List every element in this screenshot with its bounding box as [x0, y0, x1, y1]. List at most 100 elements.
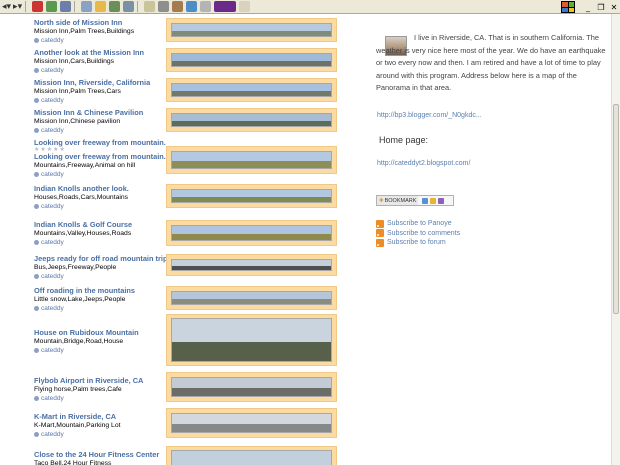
panorama-author-link[interactable]: cateddy — [34, 238, 164, 247]
panorama-author-link[interactable]: cateddy — [34, 96, 164, 105]
panorama-thumbnail[interactable] — [171, 189, 332, 203]
research-icon[interactable] — [200, 1, 212, 12]
panorama-author-link[interactable]: cateddy — [34, 126, 164, 135]
print-icon[interactable] — [158, 1, 170, 12]
restore-icon[interactable]: ❐ — [595, 2, 607, 13]
panorama-thumbnail-frame[interactable] — [166, 108, 337, 132]
panorama-author-link[interactable]: cateddy — [34, 170, 164, 179]
panorama-thumbnail[interactable] — [171, 413, 332, 433]
history-icon[interactable] — [123, 1, 135, 12]
panorama-title-link[interactable]: Flybob Airport in Riverside, CA — [34, 376, 164, 385]
back-button[interactable]: ◂▾ — [2, 1, 11, 13]
panorama-author-link[interactable]: cateddy — [34, 394, 164, 403]
panorama-title-link[interactable]: Looking over freeway from mountain. — [34, 152, 166, 161]
mail-icon[interactable] — [144, 1, 156, 12]
author-name: cateddy — [41, 171, 64, 178]
panorama-title-link[interactable]: Indian Knolls & Golf Course — [34, 220, 164, 229]
about-link[interactable]: http://bp3.blogger.com/_N0gkdc... — [377, 112, 482, 119]
stop-icon[interactable] — [32, 1, 44, 12]
panorama-author-link[interactable]: cateddy — [34, 304, 164, 313]
edit-icon[interactable] — [172, 1, 184, 12]
panorama-title-link[interactable]: Close to the 24 Hour Fitness Center — [34, 450, 164, 459]
user-icon — [34, 172, 39, 177]
search-icon[interactable] — [81, 1, 93, 12]
refresh-icon[interactable] — [46, 1, 58, 12]
media-icon[interactable] — [109, 1, 121, 12]
panorama-info: Looking over freeway from mountain. Mount… — [34, 152, 166, 179]
panorama-thumbnail-frame[interactable] — [166, 48, 337, 72]
panorama-title-link[interactable]: Looking over freeway from mountain. — [34, 138, 166, 147]
subscribe-forum-link[interactable]: Subscribe to forum — [376, 238, 460, 248]
yahoo-icon[interactable] — [214, 1, 237, 12]
panorama-thumbnail[interactable] — [171, 83, 332, 97]
panorama-info: Indian Knolls another look. Houses,Roads,… — [34, 184, 164, 211]
subscribe-comments-link[interactable]: Subscribe to comments — [376, 229, 460, 239]
panorama-thumbnail[interactable] — [171, 225, 332, 241]
bookmark-label-box: ✚ BOOKMARK — [377, 196, 419, 205]
font-icon[interactable] — [239, 1, 251, 12]
user-icon — [34, 68, 39, 73]
panorama-thumbnail-frame[interactable] — [166, 446, 337, 465]
panorama-title-link[interactable]: K-Mart in Riverside, CA — [34, 412, 164, 421]
author-name: cateddy — [41, 305, 64, 312]
panorama-tags: K-Mart,Mountain,Parking Lot — [34, 422, 121, 429]
minimize-icon[interactable]: _ — [582, 2, 594, 13]
panorama-thumbnail[interactable] — [171, 377, 332, 397]
panorama-title-link[interactable]: Another look at the Mission Inn — [34, 48, 164, 57]
windows-logo-icon — [561, 1, 575, 13]
panorama-info: Mission Inn & Chinese Pavilion Mission In… — [34, 108, 164, 135]
panorama-title-link[interactable]: House on Rubidoux Mountain — [34, 328, 164, 337]
panorama-thumbnail[interactable] — [171, 23, 332, 37]
panorama-tags: Mission Inn,Chinese pavilion — [34, 118, 121, 125]
author-name: cateddy — [41, 67, 64, 74]
panorama-author-link[interactable]: cateddy — [34, 36, 164, 45]
panorama-thumbnail[interactable] — [171, 113, 332, 127]
rss-icon — [376, 219, 384, 228]
messenger-icon[interactable] — [186, 1, 198, 12]
panorama-author-link[interactable]: cateddy — [34, 66, 164, 75]
panorama-title-link[interactable]: Mission Inn, Riverside, California — [34, 78, 164, 87]
panorama-author-link[interactable]: cateddy — [34, 430, 164, 439]
home-page-link[interactable]: http://cateddyt2.blogspot.com/ — [377, 160, 470, 167]
close-icon[interactable]: ✕ — [608, 2, 620, 13]
subscribe-panoye-link[interactable]: Subscribe to Panoye — [376, 219, 460, 229]
panorama-thumbnail[interactable] — [171, 259, 332, 271]
panorama-author-link[interactable]: cateddy — [34, 346, 164, 355]
panorama-thumbnail-frame[interactable] — [166, 146, 337, 174]
user-icon — [34, 348, 39, 353]
panorama-tags: Mountains,Valley,Houses,Roads — [34, 230, 132, 237]
forward-button[interactable]: ▸▾ — [13, 1, 22, 13]
panorama-title-link[interactable]: Jeeps ready for off road mountain trip. — [34, 254, 170, 263]
panorama-thumbnail-frame[interactable] — [166, 18, 337, 42]
vertical-scrollbar[interactable] — [611, 14, 620, 465]
panorama-title-link[interactable]: Indian Knolls another look. — [34, 184, 164, 193]
panorama-thumbnail-frame[interactable] — [166, 372, 337, 402]
author-name: cateddy — [41, 395, 64, 402]
panorama-thumbnail[interactable] — [171, 318, 332, 362]
panorama-author-link[interactable]: cateddy — [34, 202, 164, 211]
panorama-thumbnail-frame[interactable] — [166, 220, 337, 246]
panorama-thumbnail-frame[interactable] — [166, 286, 337, 310]
panorama-info: K-Mart in Riverside, CA K-Mart,Mountain,P… — [34, 412, 164, 439]
panorama-title-link[interactable]: Off roading in the mountains — [34, 286, 164, 295]
panorama-thumbnail[interactable] — [171, 151, 332, 169]
bookmark-button[interactable]: ✚ BOOKMARK — [376, 195, 454, 206]
toolbar-separator — [74, 1, 76, 12]
panorama-thumbnail-frame[interactable] — [166, 314, 337, 366]
panorama-thumbnail-frame[interactable] — [166, 254, 337, 276]
panorama-tags: Mountains,Freeway,Animal on hill — [34, 162, 136, 169]
panorama-thumbnail[interactable] — [171, 450, 332, 465]
panorama-title-link[interactable]: Mission Inn & Chinese Pavilion — [34, 108, 164, 117]
panorama-thumbnail[interactable] — [171, 291, 332, 305]
scrollbar-thumb[interactable] — [613, 104, 619, 314]
panorama-title-link[interactable]: North side of Mission Inn — [34, 18, 164, 27]
panorama-author-link[interactable]: cateddy — [34, 272, 164, 281]
panorama-thumbnail-frame[interactable] — [166, 78, 337, 102]
home-icon[interactable] — [60, 1, 72, 12]
panorama-thumbnail-frame[interactable] — [166, 408, 337, 438]
author-name: cateddy — [41, 97, 64, 104]
panorama-thumbnail[interactable] — [171, 53, 332, 67]
panorama-thumbnail-frame[interactable] — [166, 184, 337, 208]
author-name: cateddy — [41, 273, 64, 280]
favorites-icon[interactable] — [95, 1, 107, 12]
